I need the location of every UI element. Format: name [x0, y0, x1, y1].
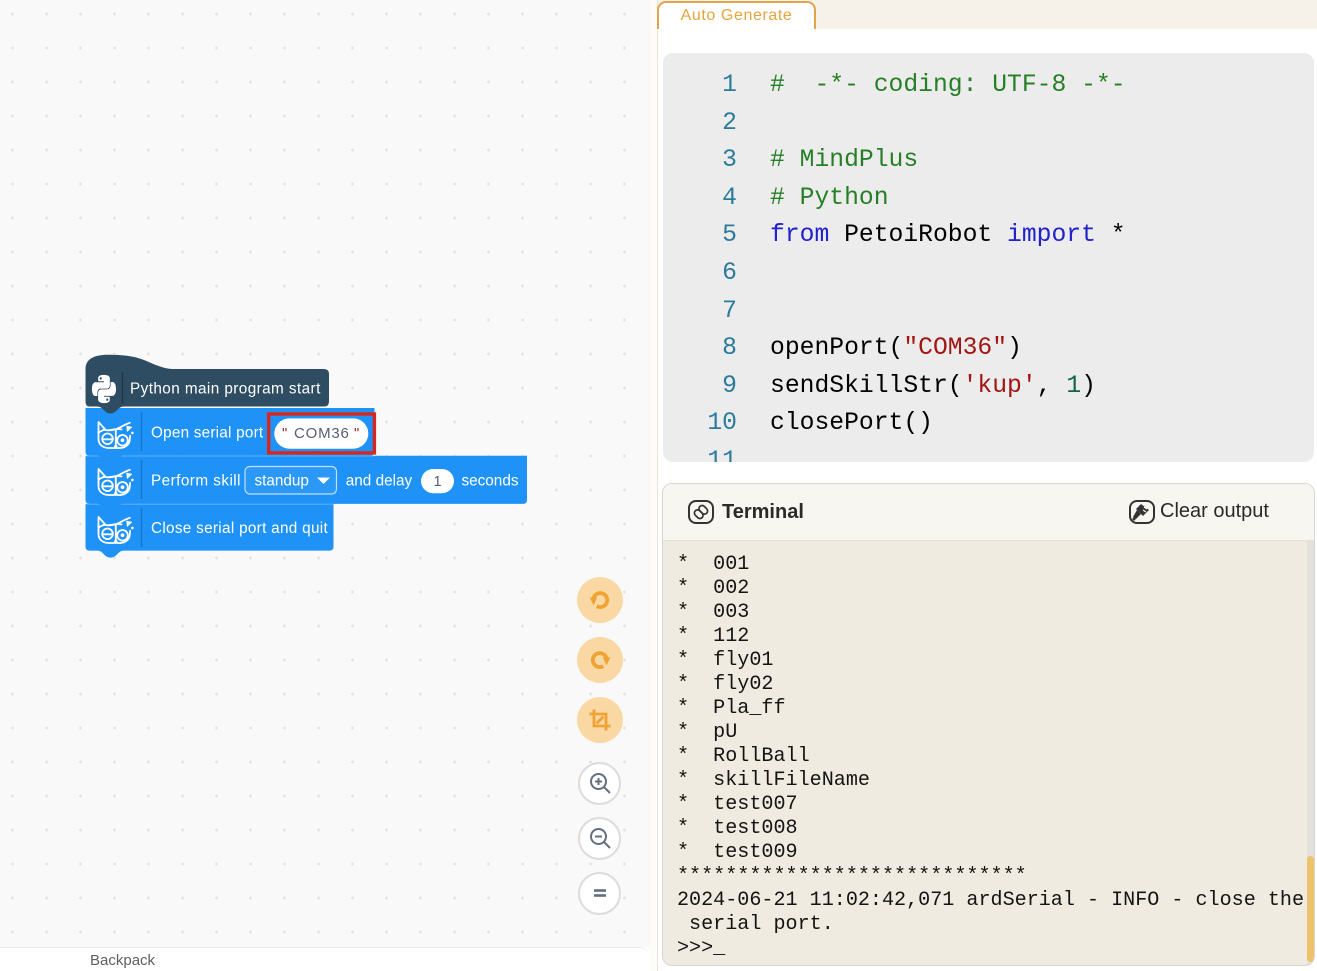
svg-text:1: 1: [434, 474, 442, 490]
svg-text:": ": [354, 425, 359, 442]
svg-text:COM36: COM36: [294, 425, 350, 442]
svg-text:Close serial port and quit: Close serial port and quit: [151, 520, 328, 537]
svg-text:and delay: and delay: [346, 473, 413, 490]
svg-text:Open serial port: Open serial port: [151, 425, 264, 442]
svg-text:seconds: seconds: [462, 473, 519, 490]
svg-text:Perform skill: Perform skill: [151, 473, 241, 490]
svg-text:Python main program start: Python main program start: [130, 381, 321, 398]
svg-text:standup: standup: [255, 473, 309, 490]
svg-text:": ": [282, 425, 287, 442]
